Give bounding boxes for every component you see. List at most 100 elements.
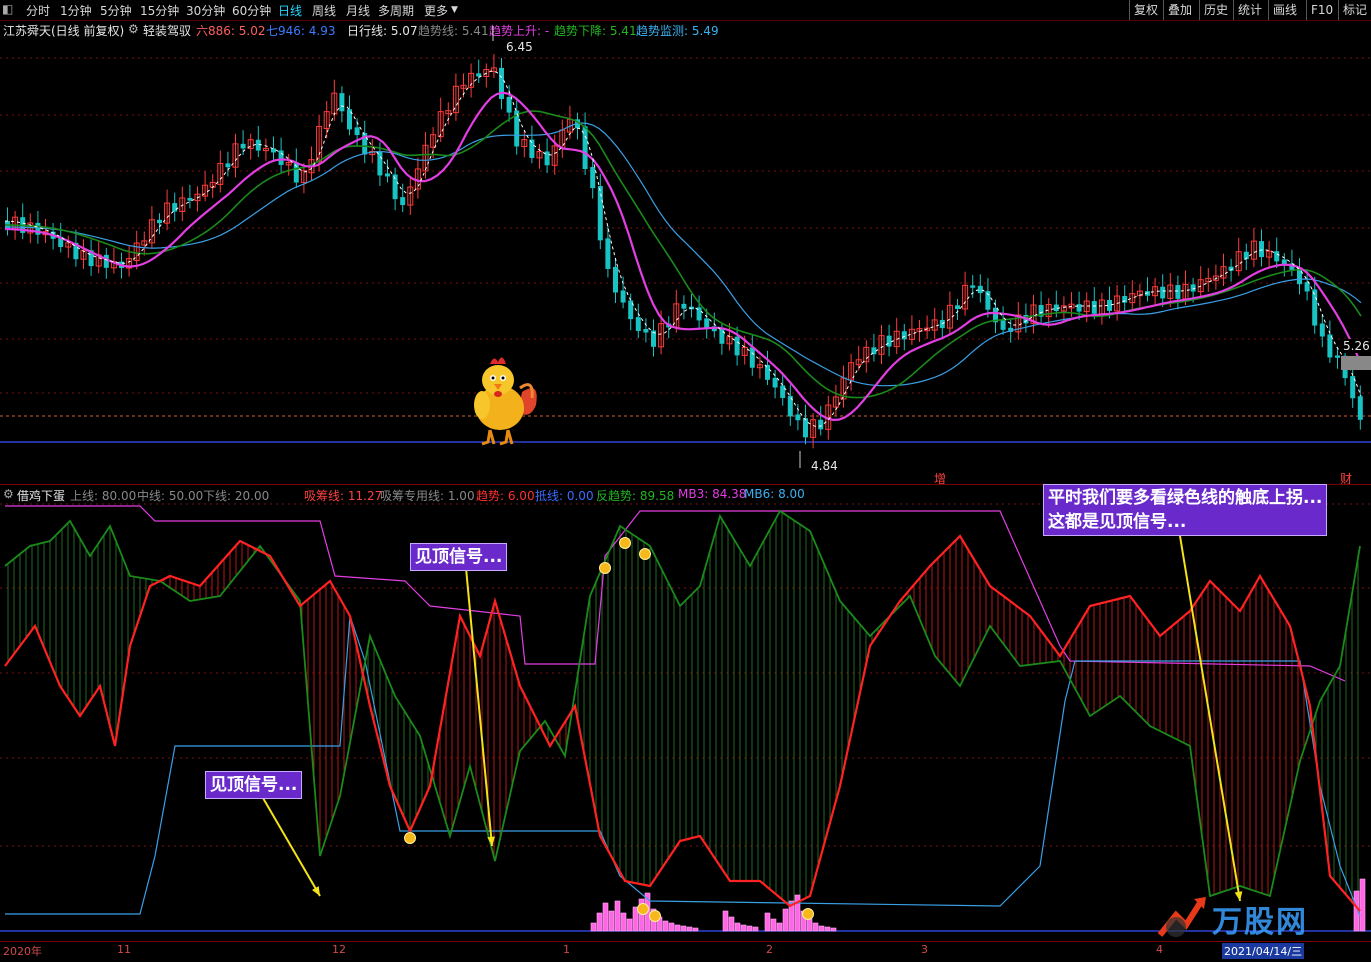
- accumulation-bar: [746, 925, 753, 932]
- tab-15min[interactable]: 15分钟: [140, 2, 179, 19]
- candle-down: [506, 96, 512, 113]
- tab-1min[interactable]: 1分钟: [60, 2, 92, 19]
- tab-30min[interactable]: 30分钟: [186, 2, 225, 19]
- candle-down: [172, 203, 178, 212]
- accumulation-bar: [608, 910, 615, 932]
- tab-fenshi[interactable]: 分时: [26, 2, 50, 19]
- mark-button[interactable]: 标记: [1338, 0, 1371, 20]
- candle-down: [339, 93, 345, 112]
- accumulation-bar: [734, 922, 741, 932]
- tab-5min[interactable]: 5分钟: [100, 2, 132, 19]
- candle-down: [955, 305, 960, 309]
- hatch-area: [7, 512, 1359, 909]
- candle-down: [901, 331, 907, 340]
- overlay-button[interactable]: 叠加: [1163, 0, 1196, 20]
- candle-down: [1175, 285, 1181, 299]
- candle-down: [704, 318, 710, 329]
- annotation-arrow-line: [262, 797, 321, 897]
- candle-down: [795, 414, 801, 421]
- candlestick-series: [5, 54, 1363, 449]
- tab-more[interactable]: 更多: [424, 2, 448, 19]
- moving-average-lines: [4, 26, 1363, 468]
- candle-down: [225, 163, 231, 168]
- tab-60min[interactable]: 60分钟: [232, 2, 271, 19]
- accumulation-bar: [626, 918, 633, 932]
- candle-down: [377, 151, 383, 176]
- candle-down: [886, 335, 892, 347]
- candle-down: [1091, 301, 1097, 314]
- candle-down: [970, 285, 976, 288]
- candle-down: [780, 385, 786, 398]
- candle-down: [157, 219, 162, 224]
- last-price-label: 5.26: [1343, 339, 1370, 353]
- high-price-label: 6.45: [506, 40, 533, 54]
- candle-down: [818, 419, 824, 430]
- accumulation-bar: [692, 927, 699, 932]
- trend-down-line: [4, 110, 1362, 399]
- tab-daily[interactable]: 日线: [278, 2, 302, 19]
- trend-monitor-line: [5, 122, 1362, 387]
- fuquan-button[interactable]: 复权: [1129, 0, 1162, 20]
- cursor-date-label: 2021/04/14/三: [1222, 943, 1305, 959]
- candle-down: [734, 336, 740, 356]
- signal-coin-icon: [639, 548, 651, 560]
- candle-down: [977, 285, 983, 294]
- tab-multi-period[interactable]: 多周期: [378, 2, 414, 19]
- tab-weekly[interactable]: 周线: [312, 2, 336, 19]
- accumulation-bar: [686, 926, 693, 932]
- window-menu-icon[interactable]: ◧: [2, 2, 13, 16]
- callout-top-signal-mid: 见顶信号...: [410, 543, 508, 571]
- callout-note-line2: 这都是见顶信号...: [1048, 512, 1187, 532]
- trend-up-line: [4, 91, 1363, 422]
- candle-down: [1000, 320, 1006, 330]
- low-price-label: 4.84: [811, 459, 838, 473]
- candle-down: [620, 290, 626, 303]
- kline-chart[interactable]: [0, 21, 1371, 483]
- accumulation-bar: [602, 902, 609, 932]
- chevron-down-icon[interactable]: ▼: [451, 5, 458, 15]
- accumulation-bar: [764, 912, 771, 932]
- candle-down: [749, 347, 755, 368]
- candle-down: [293, 162, 299, 183]
- candle-down: [803, 418, 808, 438]
- accumulation-bar: [770, 918, 777, 932]
- candle-down: [681, 303, 687, 309]
- candle-down: [278, 150, 284, 165]
- accumulation-bar: [740, 924, 747, 932]
- callout-note-line1: 平时我们要多看绿色线的触底上拐...: [1048, 488, 1323, 508]
- signal-coin-icon: [802, 908, 814, 920]
- xichou-line: [4, 534, 1361, 912]
- draw-line-button[interactable]: 画线: [1268, 0, 1301, 20]
- accumulation-bar: [674, 924, 681, 932]
- accumulation-bar: [722, 910, 729, 932]
- tab-monthly[interactable]: 月线: [346, 2, 370, 19]
- watermark-logo: 万股网: [1156, 885, 1346, 945]
- candle-down: [1259, 241, 1264, 258]
- rooster-mascot-icon: [474, 357, 537, 446]
- date-label-jan: 1: [563, 943, 570, 956]
- signal-coin-icon: [649, 910, 661, 922]
- candle-down: [1357, 396, 1363, 420]
- candle-down: [605, 238, 611, 269]
- statistics-button[interactable]: 统计: [1233, 0, 1266, 20]
- daily-line: [4, 70, 1362, 427]
- candle-down: [400, 197, 406, 206]
- date-label-2020: 2020年: [3, 945, 42, 958]
- date-label-mar: 3: [921, 943, 928, 956]
- oscillator-chart[interactable]: [0, 486, 1371, 941]
- history-button[interactable]: 历史: [1199, 0, 1232, 20]
- upper-grid: [0, 57, 1371, 443]
- accumulation-bar: [806, 918, 813, 932]
- signal-coin-icon: [404, 832, 416, 844]
- signal-coin-icon: [599, 562, 611, 574]
- date-label-feb: 2: [766, 943, 773, 956]
- oscillator-lines: [4, 505, 1361, 917]
- mb6-line: [5, 615, 1361, 917]
- accumulation-bar: [818, 925, 825, 932]
- candle-down: [354, 127, 360, 136]
- candle-down: [240, 143, 246, 149]
- candle-down: [635, 317, 641, 331]
- f10-button[interactable]: F10: [1306, 0, 1337, 20]
- accumulation-bar: [596, 912, 603, 932]
- callout-note: 平时我们要多看绿色线的触底上拐... 这都是见顶信号...: [1043, 484, 1328, 536]
